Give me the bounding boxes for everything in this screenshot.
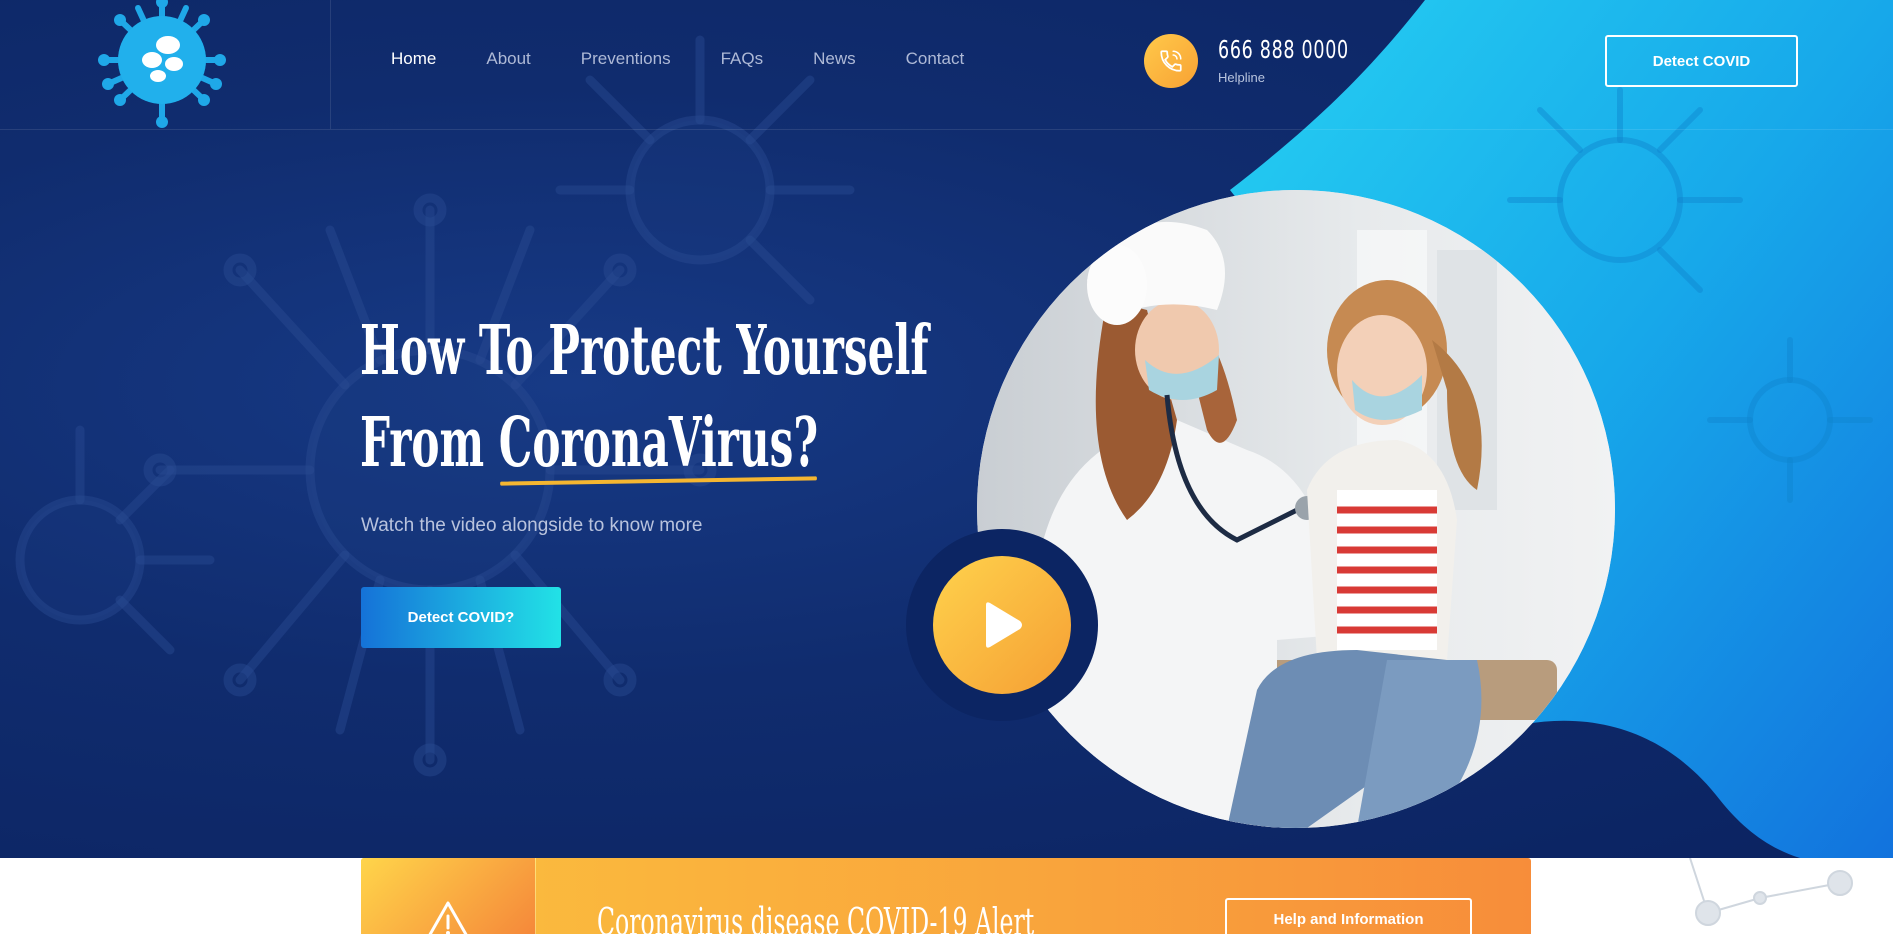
nav-item-home[interactable]: Home <box>391 49 436 69</box>
nav-item-contact[interactable]: Contact <box>906 49 965 69</box>
hero-title-line-1: How To Protect Yourself <box>360 311 929 391</box>
nav-item-news[interactable]: News <box>813 49 856 69</box>
hero-section: Home About Preventions FAQs News Contact… <box>0 0 1893 858</box>
warning-icon <box>428 901 468 934</box>
header-vertical-divider <box>330 0 331 129</box>
help-information-button[interactable]: Help and Information <box>1225 898 1472 934</box>
hero-title-line-2-prefix: From <box>360 403 499 483</box>
phone-button[interactable] <box>1144 34 1198 88</box>
doctor-child-image <box>977 190 1615 828</box>
nav-item-faqs[interactable]: FAQs <box>721 49 764 69</box>
play-icon <box>986 602 1022 648</box>
detect-covid-header-button[interactable]: Detect COVID <box>1605 35 1798 87</box>
header-divider <box>0 129 1893 130</box>
molecule-decoration <box>1689 858 1853 926</box>
alert-icon-box <box>361 858 536 934</box>
play-video-button[interactable] <box>933 556 1071 694</box>
doctor-child-photo <box>977 190 1615 828</box>
virus-logo-icon[interactable] <box>88 0 236 130</box>
play-button-ring <box>906 529 1098 721</box>
phone-icon <box>1160 50 1182 72</box>
hero-subtitle: Watch the video alongside to know more <box>361 515 703 536</box>
nav-item-preventions[interactable]: Preventions <box>581 49 671 69</box>
nav-item-about[interactable]: About <box>486 49 530 69</box>
alert-title: Coronavirus disease COVID-19 Alert <box>597 900 1035 934</box>
hero-title-highlight: CoronaVirus? <box>499 397 818 489</box>
detect-covid-cta-button[interactable]: Detect COVID? <box>361 587 561 648</box>
hero-title: How To Protect Yourself From CoronaVirus… <box>360 305 929 489</box>
helpline-number[interactable]: 666 888 0000 <box>1218 35 1349 64</box>
covid-alert-banner: Coronavirus disease COVID-19 Alert Help … <box>361 858 1531 934</box>
helpline-label: Helpline <box>1218 70 1265 85</box>
main-nav: Home About Preventions FAQs News Contact <box>391 49 1014 69</box>
